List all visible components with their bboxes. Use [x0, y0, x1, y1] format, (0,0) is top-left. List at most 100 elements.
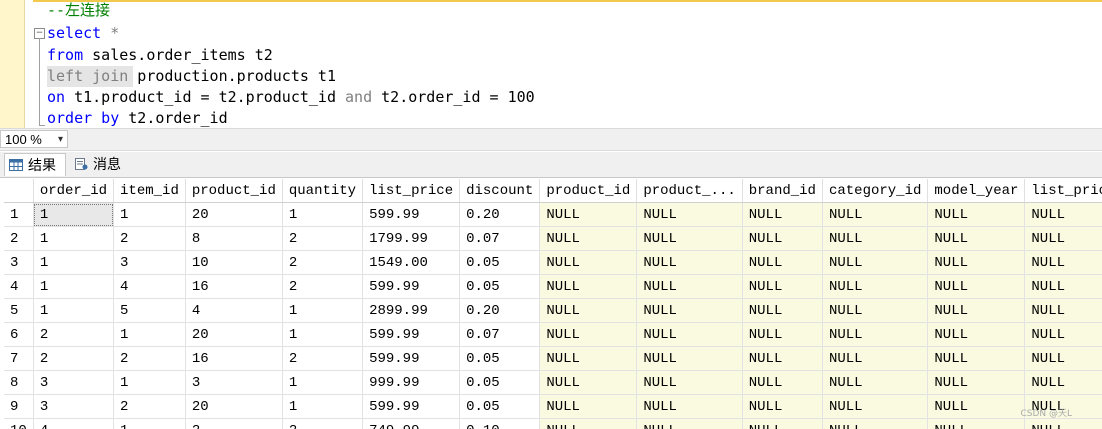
row-number[interactable]: 3: [4, 250, 34, 275]
grid-cell[interactable]: 1: [113, 202, 186, 227]
grid-cell[interactable]: 1: [282, 298, 364, 323]
grid-cell[interactable]: NULL: [636, 322, 743, 347]
table-row[interactable]: 1 1 1 20 1 599.99 0.20 NULL NULL NULL NULL NULL NULL: [4, 202, 1102, 227]
grid-cell[interactable]: 3: [33, 370, 115, 395]
grid-cell[interactable]: NULL: [927, 250, 1026, 275]
grid-cell[interactable]: 1549.00: [362, 250, 461, 275]
grid-cell[interactable]: NULL: [539, 394, 638, 419]
column-header[interactable]: list_price: [362, 179, 461, 203]
grid-cell[interactable]: NULL: [1024, 322, 1102, 347]
grid-cell[interactable]: NULL: [822, 250, 929, 275]
row-number[interactable]: 7: [4, 346, 34, 371]
table-row[interactable]: 9 3 2 20 1 599.99 0.05 NULL NULL NULL NULL NULL NULL: [4, 394, 1102, 419]
grid-cell[interactable]: NULL: [539, 226, 638, 251]
grid-cell[interactable]: 599.99: [362, 346, 461, 371]
grid-cell[interactable]: NULL: [636, 202, 743, 227]
grid-cell[interactable]: NULL: [927, 346, 1026, 371]
grid-cell[interactable]: 3: [33, 394, 115, 419]
grid-cell[interactable]: NULL: [822, 202, 929, 227]
row-number[interactable]: 6: [4, 322, 34, 347]
grid-cell[interactable]: NULL: [927, 226, 1026, 251]
grid-cell[interactable]: NULL: [636, 298, 743, 323]
grid-cell[interactable]: 0.10: [459, 418, 541, 429]
grid-cell[interactable]: 0.05: [459, 274, 541, 299]
grid-cell[interactable]: NULL: [742, 418, 823, 429]
column-header[interactable]: brand_id: [742, 179, 823, 203]
row-number[interactable]: 8: [4, 370, 34, 395]
column-header[interactable]: product_...: [636, 179, 743, 203]
grid-cell[interactable]: NULL: [742, 226, 823, 251]
grid-cell[interactable]: 1: [282, 394, 364, 419]
results-grid[interactable]: order_id item_id product_id quantity list_pr…: [4, 179, 1102, 429]
grid-cell[interactable]: NULL: [927, 394, 1026, 419]
grid-cell[interactable]: 1: [282, 322, 364, 347]
horizontal-scrollbar[interactable]: [72, 132, 1098, 146]
grid-cell[interactable]: 1: [113, 418, 186, 429]
grid-cell[interactable]: 5: [113, 298, 186, 323]
row-number-header[interactable]: [4, 179, 34, 203]
table-row[interactable]: 3 1 3 10 2 1549.00 0.05 NULL NULL NULL NULL NULL NUL…: [4, 250, 1102, 275]
table-row[interactable]: 7 2 2 16 2 599.99 0.05 NULL NULL NULL NULL NULL NULL: [4, 346, 1102, 371]
grid-cell[interactable]: NULL: [822, 418, 929, 429]
grid-cell[interactable]: NULL: [1024, 346, 1102, 371]
grid-cell[interactable]: NULL: [1024, 298, 1102, 323]
grid-cell[interactable]: 2: [33, 346, 115, 371]
grid-cell[interactable]: NULL: [1024, 370, 1102, 395]
column-header[interactable]: order_id: [33, 179, 115, 203]
grid-cell[interactable]: NULL: [1024, 202, 1102, 227]
grid-cell[interactable]: NULL: [822, 394, 929, 419]
grid-cell[interactable]: NULL: [742, 322, 823, 347]
grid-cell[interactable]: 2: [185, 418, 283, 429]
grid-cell[interactable]: 1: [113, 370, 186, 395]
grid-cell[interactable]: 20: [185, 202, 283, 227]
grid-cell[interactable]: NULL: [927, 298, 1026, 323]
table-row[interactable]: 2 1 2 8 2 1799.99 0.07 NULL NULL NULL NULL NULL NULL: [4, 226, 1102, 251]
grid-cell[interactable]: NULL: [822, 346, 929, 371]
grid-cell[interactable]: NULL: [1024, 250, 1102, 275]
query-editor[interactable]: − --左连接 select * from sales.order_items …: [0, 0, 1102, 128]
table-row[interactable]: 6 2 1 20 1 599.99 0.07 NULL NULL NULL NULL NULL NULL: [4, 322, 1102, 347]
grid-cell[interactable]: 0.07: [459, 322, 541, 347]
grid-cell[interactable]: 20: [185, 322, 283, 347]
grid-cell[interactable]: 4: [113, 274, 186, 299]
grid-cell[interactable]: NULL: [636, 370, 743, 395]
grid-cell[interactable]: NULL: [1024, 274, 1102, 299]
grid-cell[interactable]: NULL: [636, 250, 743, 275]
grid-cell[interactable]: NULL: [636, 274, 743, 299]
grid-cell[interactable]: 2: [33, 322, 115, 347]
column-header[interactable]: list_price: [1024, 179, 1102, 203]
chevron-down-icon[interactable]: ▾: [58, 131, 63, 149]
grid-cell[interactable]: 1: [33, 226, 115, 251]
grid-cell[interactable]: NULL: [539, 298, 638, 323]
column-header[interactable]: model_year: [927, 179, 1026, 203]
grid-cell[interactable]: 2: [282, 346, 364, 371]
grid-cell[interactable]: 8: [185, 226, 283, 251]
table-row[interactable]: 5 1 5 4 1 2899.99 0.20 NULL NULL NULL NULL NULL NULL: [4, 298, 1102, 323]
grid-cell[interactable]: NULL: [1024, 226, 1102, 251]
grid-cell[interactable]: 2: [282, 250, 364, 275]
grid-cell[interactable]: 1799.99: [362, 226, 461, 251]
grid-cell[interactable]: NULL: [927, 202, 1026, 227]
row-number[interactable]: 4: [4, 274, 34, 299]
grid-cell[interactable]: 16: [185, 346, 283, 371]
grid-cell[interactable]: NULL: [927, 370, 1026, 395]
grid-cell[interactable]: NULL: [539, 418, 638, 429]
grid-cell[interactable]: NULL: [636, 226, 743, 251]
table-row[interactable]: 8 3 1 3 1 999.99 0.05 NULL NULL NULL NULL NULL NULL: [4, 370, 1102, 395]
grid-cell[interactable]: 1: [113, 322, 186, 347]
grid-cell[interactable]: 2: [282, 226, 364, 251]
grid-cell[interactable]: NULL: [636, 418, 743, 429]
grid-cell[interactable]: 10: [185, 250, 283, 275]
row-number[interactable]: 9: [4, 394, 34, 419]
grid-cell[interactable]: NULL: [822, 226, 929, 251]
grid-cell[interactable]: 1: [282, 202, 364, 227]
grid-cell[interactable]: 1: [33, 298, 115, 323]
grid-cell[interactable]: NULL: [539, 322, 638, 347]
grid-cell[interactable]: NULL: [539, 250, 638, 275]
column-header[interactable]: product_id: [185, 179, 283, 203]
grid-cell[interactable]: 999.99: [362, 370, 461, 395]
grid-cell[interactable]: 2899.99: [362, 298, 461, 323]
grid-cell[interactable]: 2: [282, 274, 364, 299]
row-number[interactable]: 2: [4, 226, 34, 251]
grid-cell[interactable]: 0.20: [459, 202, 541, 227]
